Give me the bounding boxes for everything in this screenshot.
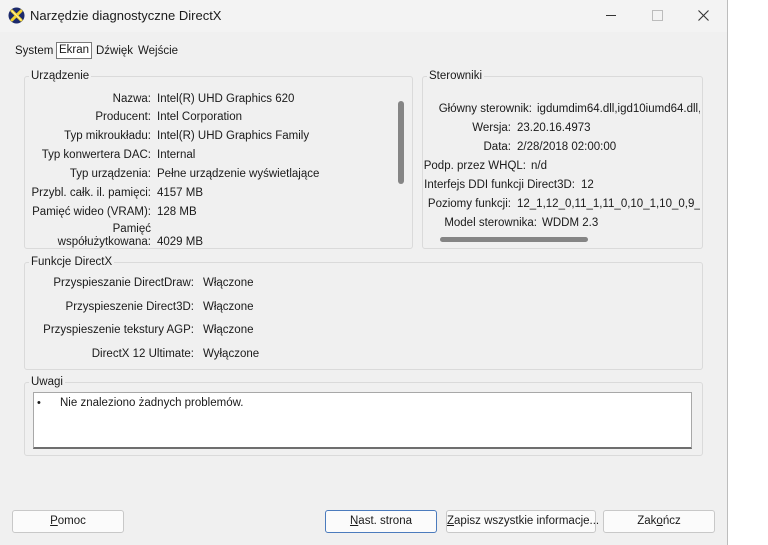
direct3d-value: Włączone <box>203 301 254 313</box>
device-type-label: Typ urządzenia: <box>69 168 151 180</box>
maximize-button[interactable] <box>634 0 680 30</box>
whql-value: n/d <box>531 160 547 172</box>
exit-button-text-post: ńcz <box>662 515 681 527</box>
feature-levels-value: 12_1,12_0,11_1,11_0,10_1,10_0,9_3, <box>517 198 700 210</box>
drivers-horizontal-scrollbar[interactable] <box>440 237 588 242</box>
help-button-hotkey: P <box>50 515 58 527</box>
close-button[interactable] <box>680 0 726 30</box>
drivers-group-title: Sterowniki <box>427 69 485 83</box>
driver-model-value: WDDM 2.3 <box>542 217 599 229</box>
vram-label: Pamięć wideo (VRAM): <box>32 206 151 218</box>
vram-value: 128 MB <box>157 206 197 218</box>
bullet-icon: • <box>37 397 41 409</box>
shared-memory-label-line1: Pamięć <box>112 223 151 235</box>
manufacturer-value: Intel Corporation <box>157 111 243 123</box>
dac-type-value: Internal <box>157 149 196 161</box>
driver-date-label: Data: <box>483 141 512 153</box>
device-type-value: Pełne urządzenie wyświetlające <box>157 168 320 180</box>
driver-version-value: 23.20.16.4973 <box>517 122 591 134</box>
total-memory-value: 4157 MB <box>157 187 204 199</box>
driver-date-value: 2/28/2018 02:00:00 <box>517 141 617 153</box>
minimize-icon <box>606 15 616 16</box>
notes-textbox[interactable]: • Nie znaleziono żadnych problemów. <box>33 392 692 449</box>
manufacturer-label: Producent: <box>95 111 151 123</box>
device-name-value: Intel(R) UHD Graphics 620 <box>157 93 295 105</box>
dac-type-label: Typ konwertera DAC: <box>41 149 151 161</box>
total-memory-label: Przybl. całk. il. pamięci: <box>31 187 151 199</box>
save-button-text-post: apisz wszystkie informacje... <box>454 515 600 527</box>
ddi-label: Interfejs DDI funkcji Direct3D: <box>424 179 575 191</box>
tab-system[interactable]: System <box>12 43 56 60</box>
minimize-button[interactable] <box>588 0 634 30</box>
driver-version-label: Wersja: <box>472 122 511 134</box>
window-title: Narzędzie diagnostyczne DirectX <box>30 8 222 23</box>
driver-model-label: Model sterownika: <box>444 217 537 229</box>
dx12-ultimate-value: Wyłączone <box>203 348 260 360</box>
tab-sound[interactable]: Dźwięk <box>93 43 136 60</box>
main-driver-label: Główny sterownik: <box>438 103 532 115</box>
chip-type-value: Intel(R) UHD Graphics Family <box>157 130 310 142</box>
main-driver-value: igdumdim64.dll,igd10iumd64.dll,ig <box>537 103 700 115</box>
save-button-hotkey: Z <box>447 515 455 527</box>
save-all-info-button[interactable]: Zapisz wszystkie informacje... <box>446 510 600 533</box>
maximize-icon <box>651 9 663 21</box>
help-button-text-post: omoc <box>57 515 86 527</box>
help-button[interactable]: Pomoc <box>12 510 124 533</box>
direct3d-label: Przyspieszenie Direct3D: <box>65 301 194 313</box>
tab-display[interactable]: Ekran <box>56 42 93 59</box>
shared-memory-value: 4029 MB <box>157 236 204 248</box>
features-group-title: Funkcje DirectX <box>29 255 115 269</box>
feature-levels-label: Poziomy funkcji: <box>427 198 511 210</box>
note-item: Nie znaleziono żadnych problemów. <box>60 397 244 409</box>
dxdiag-window: Narzędzie diagnostyczne DirectX System E… <box>0 0 728 545</box>
dx12-ultimate-label: DirectX 12 Ultimate: <box>91 348 194 360</box>
title-bar[interactable]: Narzędzie diagnostyczne DirectX <box>0 0 727 32</box>
exit-button[interactable]: Zakończ <box>603 510 715 533</box>
notes-group-title: Uwagi <box>29 375 65 389</box>
driver-details[interactable]: Główny sterownik: igdumdim64.dll,igd10iu… <box>423 90 700 236</box>
exit-button-text-pre: Zak <box>637 515 657 527</box>
device-vertical-scrollbar[interactable] <box>398 101 404 184</box>
chip-type-label: Typ mikroukładu: <box>64 130 151 142</box>
shared-memory-label-line2: współużytkowana: <box>57 236 151 248</box>
tab-input[interactable]: Wejście <box>135 43 181 60</box>
ddi-value: 12 <box>581 179 594 191</box>
agp-value: Włączone <box>203 324 254 336</box>
device-name-label: Nazwa: <box>112 93 151 105</box>
directdraw-label: Przyspieszanie DirectDraw: <box>53 277 194 289</box>
next-button-text-post: ast. strona <box>358 515 412 527</box>
close-icon <box>697 9 709 21</box>
agp-label: Przyspieszenie tekstury AGP: <box>43 324 194 336</box>
directdraw-value: Włączone <box>203 277 254 289</box>
directx-icon <box>8 7 25 24</box>
device-group-title: Urządzenie <box>29 69 92 83</box>
whql-label: Podp. przez WHQL: <box>423 160 526 172</box>
next-page-button[interactable]: Nast. strona <box>325 510 437 533</box>
